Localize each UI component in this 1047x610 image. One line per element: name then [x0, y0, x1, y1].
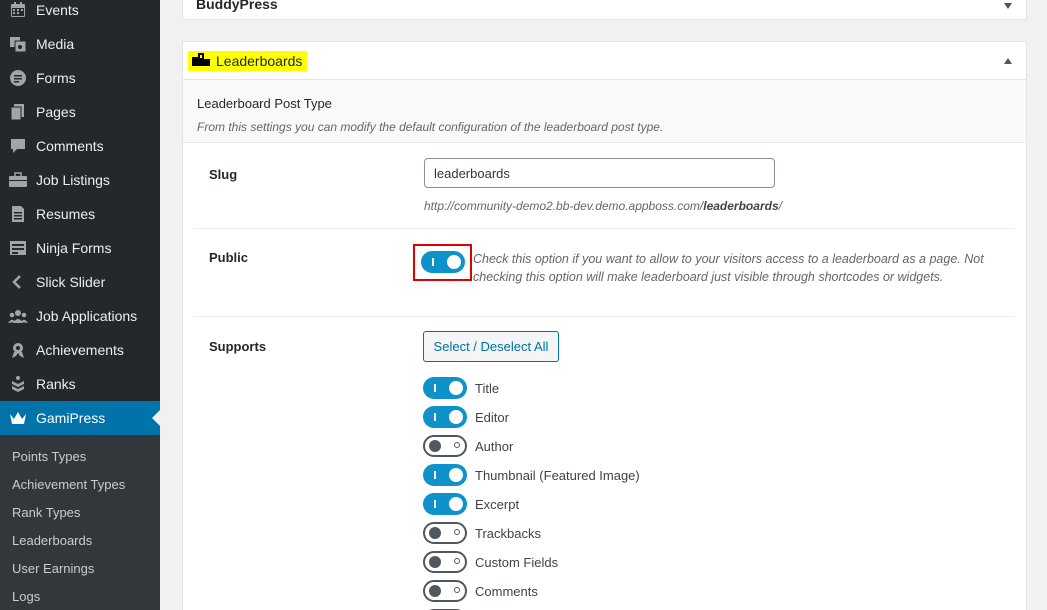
section-header: Leaderboard Post Type From this settings…: [183, 80, 1026, 143]
menu-label: Forms: [36, 70, 76, 86]
supports-excerpt-toggle[interactable]: [423, 493, 467, 515]
slug-input-value: leaderboards: [434, 165, 510, 181]
supports-thumbnail-label: Thumbnail (Featured Image): [475, 468, 640, 483]
supports-excerpt-label: Excerpt: [475, 497, 520, 512]
supports-custom-fields-toggle[interactable]: [423, 551, 467, 573]
submenu-item-achievement-types[interactable]: Achievement Types: [12, 477, 125, 492]
supports-trackbacks-label: Trackbacks: [475, 526, 541, 541]
submenu-item-user-earnings[interactable]: User Earnings: [12, 561, 94, 576]
menu-label: Ninja Forms: [36, 240, 112, 256]
row-divider: [195, 228, 1015, 229]
supports-author-label: Author: [475, 439, 514, 454]
toggle-arrow-down-icon[interactable]: [1004, 3, 1012, 9]
forms-icon: [0, 69, 36, 87]
admin-sidebar: Events Media Forms Pages Comments Job Li…: [0, 0, 160, 610]
public-label: Public: [209, 250, 249, 265]
menu-item-resumes[interactable]: Resumes: [0, 197, 160, 231]
submenu-item-leaderboards[interactable]: Leaderboards: [12, 533, 92, 548]
public-toggle[interactable]: [421, 251, 465, 273]
menu-item-gamipress[interactable]: GamiPress: [0, 401, 160, 435]
supports-comments-toggle[interactable]: [423, 580, 467, 602]
media-icon: [0, 35, 36, 53]
slug-input[interactable]: leaderboards: [424, 158, 775, 188]
gamipress-submenu: Points Types Achievement Types Rank Type…: [0, 435, 160, 610]
menu-label: GamiPress: [36, 410, 106, 426]
section-description: From this settings you can modify the de…: [197, 120, 664, 134]
slug-permalink-slug: leaderboards: [703, 199, 779, 213]
menu-item-events[interactable]: Events: [0, 0, 160, 27]
menu-item-pages[interactable]: Pages: [0, 95, 160, 129]
menu-item-media[interactable]: Media: [0, 27, 160, 61]
panel-title: Leaderboards: [216, 53, 303, 69]
menu-label: Events: [36, 2, 79, 18]
menu-label: Media: [36, 36, 75, 52]
comments-icon: [0, 137, 36, 155]
leaderboards-panel: Leaderboards Leaderboard Post Type From …: [182, 41, 1027, 610]
supports-thumbnail-toggle[interactable]: [423, 464, 467, 486]
supports-label: Supports: [209, 339, 267, 354]
menu-item-job-applications[interactable]: Job Applications: [0, 299, 160, 333]
slider-icon: [0, 273, 36, 291]
submenu-item-points-types[interactable]: Points Types: [12, 449, 86, 464]
supports-trackbacks-toggle[interactable]: [423, 522, 467, 544]
select-deselect-all-button[interactable]: Select / Deselect All: [423, 331, 559, 362]
resume-icon: [0, 205, 36, 223]
supports-author-toggle[interactable]: [423, 435, 467, 457]
slug-permalink-preview: http://community-demo2.bb-dev.demo.appbo…: [424, 199, 782, 213]
leaderboard-icon: [192, 52, 210, 71]
menu-label: Slick Slider: [36, 274, 106, 290]
menu-label: Comments: [36, 138, 104, 154]
menu-label: Resumes: [36, 206, 96, 222]
menu-item-forms[interactable]: Forms: [0, 61, 160, 95]
panel-header[interactable]: Leaderboards: [183, 42, 1026, 80]
calendar-icon: [0, 1, 36, 19]
briefcase-icon: [0, 171, 36, 189]
menu-item-ranks[interactable]: Ranks: [0, 367, 160, 401]
menu-item-ninja-forms[interactable]: Ninja Forms: [0, 231, 160, 265]
supports-comments-label: Comments: [475, 584, 538, 599]
ranks-icon: [0, 375, 36, 393]
slug-label: Slug: [209, 167, 238, 182]
supports-title-toggle[interactable]: [423, 377, 467, 399]
supports-editor-toggle[interactable]: [423, 406, 467, 428]
supports-title-label: Title: [475, 381, 500, 396]
public-description: Check this option if you want to allow t…: [473, 252, 984, 284]
buddypress-panel[interactable]: BuddyPress: [182, 0, 1027, 20]
menu-label: Pages: [36, 104, 76, 120]
submenu-item-rank-types[interactable]: Rank Types: [12, 505, 80, 520]
submenu-item-logs[interactable]: Logs: [12, 589, 40, 604]
supports-custom-fields-label: Custom Fields: [475, 555, 559, 570]
pages-icon: [0, 103, 36, 121]
supports-editor-label: Editor: [475, 410, 509, 425]
menu-item-slick-slider[interactable]: Slick Slider: [0, 265, 160, 299]
menu-item-comments[interactable]: Comments: [0, 129, 160, 163]
groups-icon: [0, 307, 36, 325]
menu-item-achievements[interactable]: Achievements: [0, 333, 160, 367]
toggle-arrow-up-icon[interactable]: [1004, 58, 1012, 64]
ninja-forms-icon: [0, 239, 36, 257]
panel-title: BuddyPress: [196, 0, 278, 12]
panel-title-highlight: Leaderboards: [188, 51, 308, 71]
award-icon: [0, 341, 36, 359]
menu-label: Job Applications: [36, 308, 138, 324]
menu-label: Job Listings: [36, 172, 110, 188]
menu-label: Ranks: [36, 376, 76, 392]
row-divider: [195, 316, 1015, 317]
section-title: Leaderboard Post Type: [197, 96, 332, 111]
crown-icon: [0, 410, 36, 426]
menu-item-job-listings[interactable]: Job Listings: [0, 163, 160, 197]
menu-label: Achievements: [36, 342, 124, 358]
